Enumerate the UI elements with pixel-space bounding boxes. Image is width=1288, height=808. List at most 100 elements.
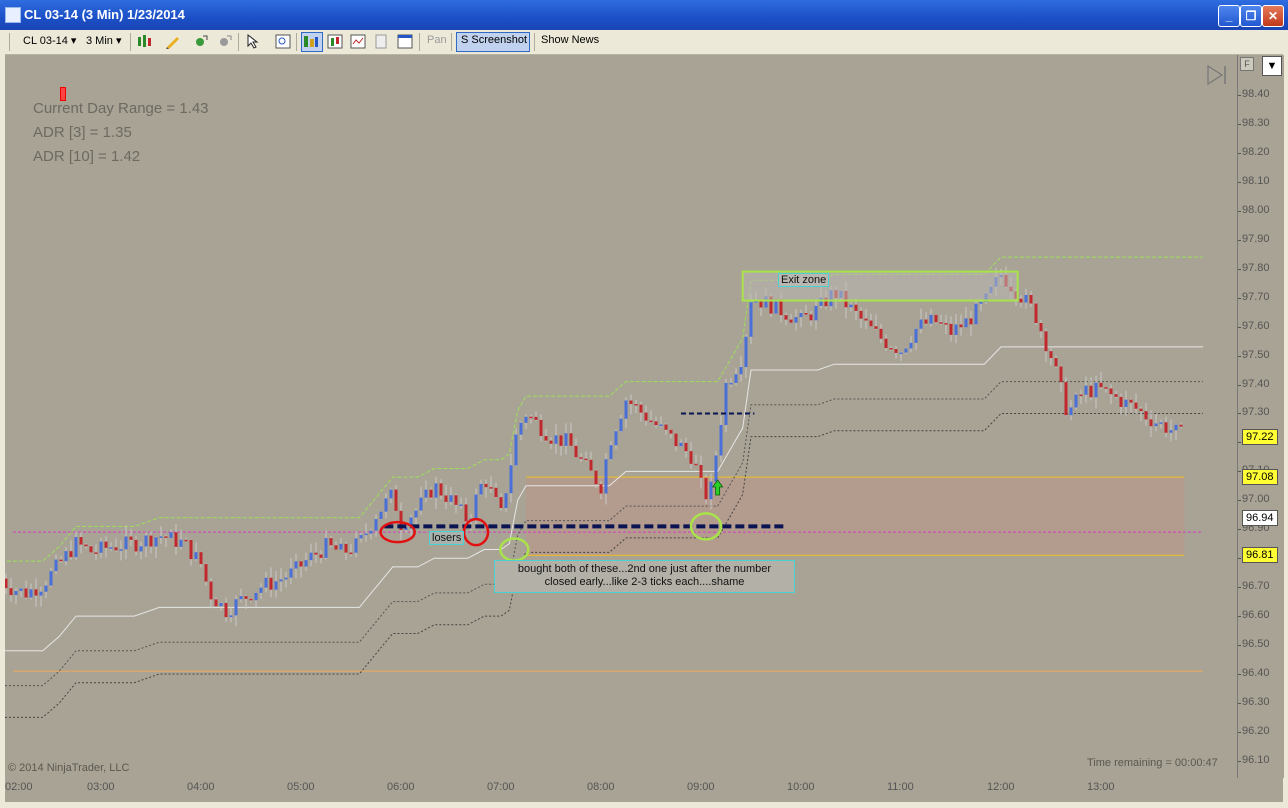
price-axis-tick	[1238, 239, 1241, 241]
candle-body	[494, 487, 498, 498]
price-axis-label: 98.00	[1242, 203, 1270, 216]
trade-note-box: bought both of these...2nd one just afte…	[494, 560, 795, 593]
candle-body	[339, 543, 343, 550]
price-axis-label: 97.90	[1242, 232, 1270, 245]
candle-body	[274, 581, 278, 590]
candle-body	[1039, 323, 1043, 332]
candle-body	[9, 588, 13, 596]
instrument-selector[interactable]: CL 03-14 ▾	[23, 34, 76, 47]
price-axis-label: 98.30	[1242, 116, 1270, 129]
time-axis-label: 04:00	[187, 781, 215, 793]
time-axis-label: 10:00	[787, 781, 815, 793]
candle-body	[619, 418, 623, 432]
candle-body	[1119, 396, 1123, 407]
price-axis-tick	[1238, 674, 1241, 675]
candle-body	[414, 510, 418, 518]
candle-body	[194, 552, 198, 560]
candle-body	[314, 552, 318, 555]
price-axis-tick	[1238, 95, 1241, 96]
candle-body	[924, 319, 928, 324]
templates-icon[interactable]	[350, 34, 366, 49]
price-axis-tick	[1238, 616, 1241, 618]
candle-body	[904, 348, 908, 353]
indicator-icon[interactable]	[193, 34, 209, 49]
candle-body	[1064, 382, 1068, 416]
minimize-button[interactable]: _	[1218, 5, 1240, 27]
candle-body	[14, 591, 18, 596]
price-axis-label: 97.30	[1242, 406, 1270, 419]
candle-body	[704, 477, 708, 500]
price-axis-tick	[1238, 297, 1241, 299]
price-axis-tick	[1238, 442, 1241, 444]
candle-body	[979, 301, 983, 304]
candle-body	[389, 489, 393, 499]
price-chart[interactable]	[0, 55, 1237, 778]
show-news-button[interactable]: Show News	[541, 34, 599, 46]
candle-body	[19, 588, 23, 592]
toolbar-separator	[419, 33, 420, 51]
strategy-icon[interactable]	[217, 34, 233, 49]
candle-body	[384, 498, 388, 512]
skip-to-end-icon[interactable]	[1206, 65, 1228, 85]
candle-body	[369, 530, 373, 534]
maximize-button[interactable]: ❐	[1240, 5, 1262, 27]
candle-body	[899, 352, 903, 355]
drawing-tool-icon[interactable]	[165, 34, 181, 49]
entry-circle-1	[499, 537, 530, 562]
time-axis-label: 11:00	[887, 781, 914, 793]
pan-button[interactable]: Pan	[427, 34, 447, 46]
axis-menu-button[interactable]: ▼	[1262, 56, 1282, 76]
candle-body	[539, 419, 543, 437]
candle-body	[744, 336, 748, 368]
candle-body	[99, 541, 103, 553]
price-axis-label: 96.70	[1242, 580, 1270, 593]
time-axis-label: 12:00	[987, 781, 1015, 793]
candle-body	[269, 577, 273, 590]
properties-disabled-icon[interactable]	[373, 34, 389, 49]
zoom-icon[interactable]	[275, 34, 291, 49]
cursor-tool-icon[interactable]	[245, 34, 261, 49]
bar-type-icon[interactable]	[137, 34, 153, 49]
close-button[interactable]: ✕	[1262, 5, 1284, 27]
current-day-range-text: Current Day Range = 1.43	[33, 100, 209, 117]
candle-body	[919, 319, 923, 329]
candle-body	[249, 598, 253, 601]
f-button[interactable]: F	[1240, 57, 1254, 71]
candle-body	[234, 599, 238, 616]
price-axis-label: 96.10	[1242, 753, 1270, 766]
instrument-label: CL 03-14	[23, 35, 68, 47]
price-axis-tick	[1238, 326, 1241, 328]
chart-properties-icon[interactable]	[303, 34, 319, 49]
candle-body	[734, 374, 738, 383]
candle-body	[44, 585, 48, 592]
candle-body	[429, 489, 433, 498]
candle-body	[929, 314, 933, 324]
candle-body	[874, 326, 878, 329]
candle-body	[714, 455, 718, 482]
data-series-icon[interactable]	[327, 34, 343, 49]
candle-body	[1079, 394, 1083, 397]
candle-body	[504, 493, 508, 509]
screenshot-button[interactable]: S Screenshot	[461, 34, 527, 46]
window-title: CL 03-14 (3 Min) 1/23/2014	[24, 7, 185, 22]
candle-body	[694, 463, 698, 466]
candle-body	[479, 483, 483, 495]
price-axis-tick	[1238, 702, 1241, 704]
candle-body	[279, 579, 283, 582]
candle-body	[444, 495, 448, 502]
candle-body	[214, 599, 218, 607]
chart-toolbar: CL 03-14 ▾ 3 Min ▾ Pan S Screenshot Show…	[0, 30, 1288, 55]
candle-body	[644, 412, 648, 421]
candle-body	[534, 416, 538, 420]
price-axis-tick	[1238, 471, 1241, 473]
chart-panel[interactable]: Current Day Range = 1.43 ADR [3] = 1.35 …	[0, 55, 1237, 778]
price-axis[interactable]: F ▼ 98.40 98.30 98.20 98.10 98.00 97.90 97.80 9…	[1237, 55, 1284, 778]
interval-selector[interactable]: 3 Min ▾	[86, 34, 122, 47]
candle-body	[394, 489, 398, 511]
window-layout-icon[interactable]	[397, 34, 413, 49]
zone-box	[526, 477, 1185, 556]
time-axis-label: 09:00	[687, 781, 715, 793]
candle-body	[124, 536, 128, 550]
time-axis[interactable]: 02:00 03:00 04:00 05:00 06:00 07:00 08:00 09:00…	[5, 778, 1237, 802]
candle-body	[939, 322, 943, 324]
